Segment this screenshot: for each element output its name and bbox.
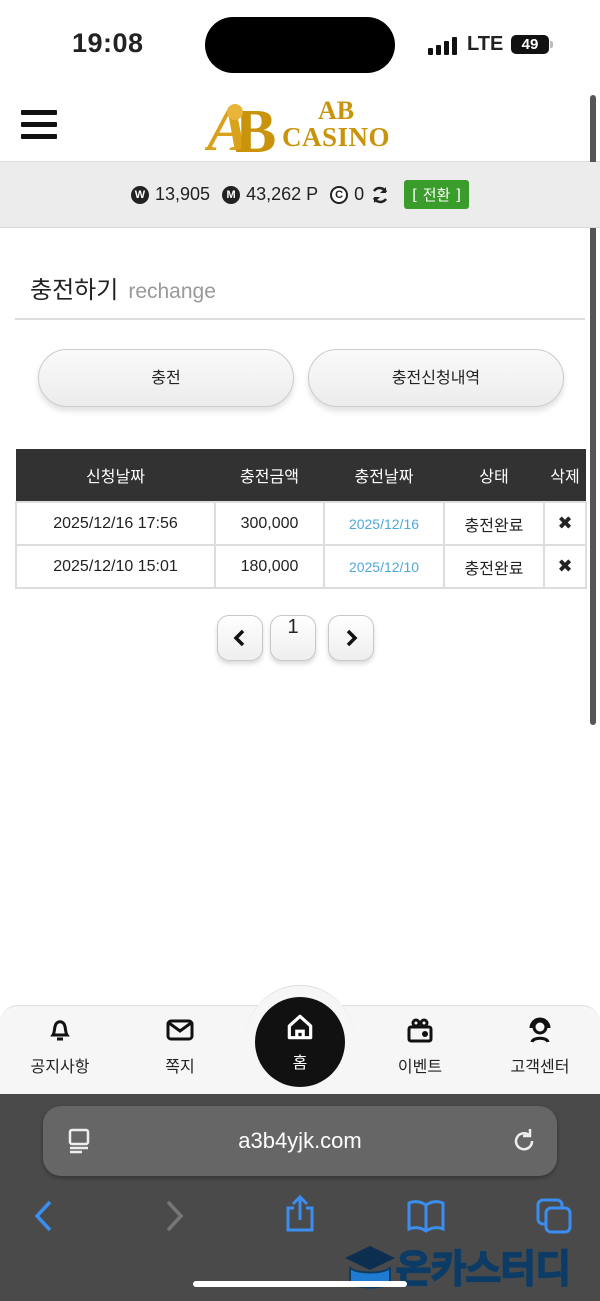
cell-charged-date[interactable]: 2025/12/10 [323, 544, 445, 589]
page-title-en: rechange [128, 280, 216, 303]
home-indicator[interactable] [193, 1281, 407, 1287]
status-bar: 19:08 LTE 49 [0, 0, 600, 90]
gift-icon [407, 1018, 433, 1043]
cell-requested-date: 2025/12/10 15:01 [15, 544, 216, 589]
table-row: 2025/12/16 17:56 300,000 2025/12/16 충전완료… [15, 501, 587, 546]
home-icon [287, 1014, 313, 1040]
page-title-ko: 충전하기 [30, 276, 119, 304]
bell-icon [50, 1020, 70, 1041]
won-icon: W [131, 185, 149, 204]
tab-event[interactable]: 이벤트 [370, 1015, 470, 1077]
menu-icon[interactable] [21, 110, 57, 140]
tab-notice[interactable]: 공지사항 [10, 1015, 110, 1077]
charge-history-table: 신청날짜 충전금액 충전날짜 상태 삭제 2025/12/16 17:56 30… [15, 449, 587, 589]
prev-page-button[interactable] [217, 615, 263, 661]
tab-notice-label: 공지사항 [30, 1057, 90, 1076]
next-page-button[interactable] [328, 615, 374, 661]
battery-icon: 49 [511, 35, 549, 54]
coin-balance: 0 [354, 184, 365, 204]
bookmarks-icon[interactable] [406, 1199, 446, 1233]
coin-icon: C [330, 185, 349, 204]
money-icon: M [222, 185, 241, 204]
site-header: A B AB CASINO [0, 90, 600, 162]
convert-button[interactable]: [ 전환 ] [404, 180, 469, 209]
network-label: LTE [467, 33, 504, 55]
col-charged-date: 충전날짜 [324, 449, 444, 502]
col-delete: 삭제 [544, 449, 586, 502]
reload-icon[interactable] [511, 1128, 537, 1154]
col-amount: 충전금액 [215, 449, 324, 502]
address-bar[interactable]: a3b4yjk.com [43, 1106, 557, 1176]
signal-icon [428, 37, 457, 55]
delete-icon[interactable]: ✖ [543, 501, 587, 546]
point-balance: 43,262 P [246, 184, 319, 204]
forward-icon[interactable] [162, 1199, 186, 1233]
page-number-1[interactable]: 1 [270, 615, 316, 661]
tab-support[interactable]: 고객센터 [490, 1015, 590, 1077]
dynamic-island [205, 17, 395, 73]
tab-message[interactable]: 쪽지 [130, 1015, 230, 1077]
cell-status: 충전완료 [443, 544, 545, 589]
balance-bar: W 13,905 M 43,262 P C 0 [ 전환 ] [0, 162, 600, 228]
cell-charged-date[interactable]: 2025/12/16 [323, 501, 445, 546]
back-icon[interactable] [32, 1199, 56, 1233]
refresh-icon[interactable] [370, 185, 390, 205]
cell-amount: 180,000 [214, 544, 325, 589]
watermark-text: 온카스터디 [395, 1246, 572, 1292]
col-status: 상태 [444, 449, 544, 502]
chevron-left-icon [233, 629, 245, 647]
url-text: a3b4yjk.com [238, 1128, 362, 1153]
charge-button[interactable]: 충전 [38, 349, 294, 407]
cell-requested-date: 2025/12/16 17:56 [15, 501, 216, 546]
delete-icon[interactable]: ✖ [543, 544, 587, 589]
tab-message-label: 쪽지 [165, 1057, 195, 1076]
tab-event-label: 이벤트 [397, 1057, 443, 1076]
tab-home[interactable]: 홈 [255, 997, 345, 1087]
mail-icon [166, 1019, 194, 1041]
tabs-icon[interactable] [535, 1197, 573, 1235]
logo-casino-text: CASINO [282, 122, 391, 152]
chevron-right-icon [346, 629, 358, 647]
title-divider [15, 318, 585, 320]
charge-history-button[interactable]: 충전신청내역 [308, 349, 564, 407]
battery-nub [550, 41, 553, 48]
cell-status: 충전완료 [443, 501, 545, 546]
table-row: 2025/12/10 15:01 180,000 2025/12/10 충전완료… [15, 544, 587, 589]
won-balance: 13,905 [155, 184, 211, 204]
tab-home-label: 홈 [292, 1053, 308, 1072]
battery-level: 49 [521, 36, 539, 53]
share-icon[interactable] [283, 1194, 317, 1234]
page-title: 충전하기 rechange [30, 270, 216, 305]
col-requested-date: 신청날짜 [16, 449, 215, 502]
tab-support-label: 고객센터 [510, 1057, 570, 1076]
status-time: 19:08 [72, 28, 144, 58]
table-header-row: 신청날짜 충전금액 충전날짜 상태 삭제 [16, 449, 586, 502]
support-agent-icon [529, 1017, 551, 1043]
cell-amount: 300,000 [214, 501, 325, 546]
